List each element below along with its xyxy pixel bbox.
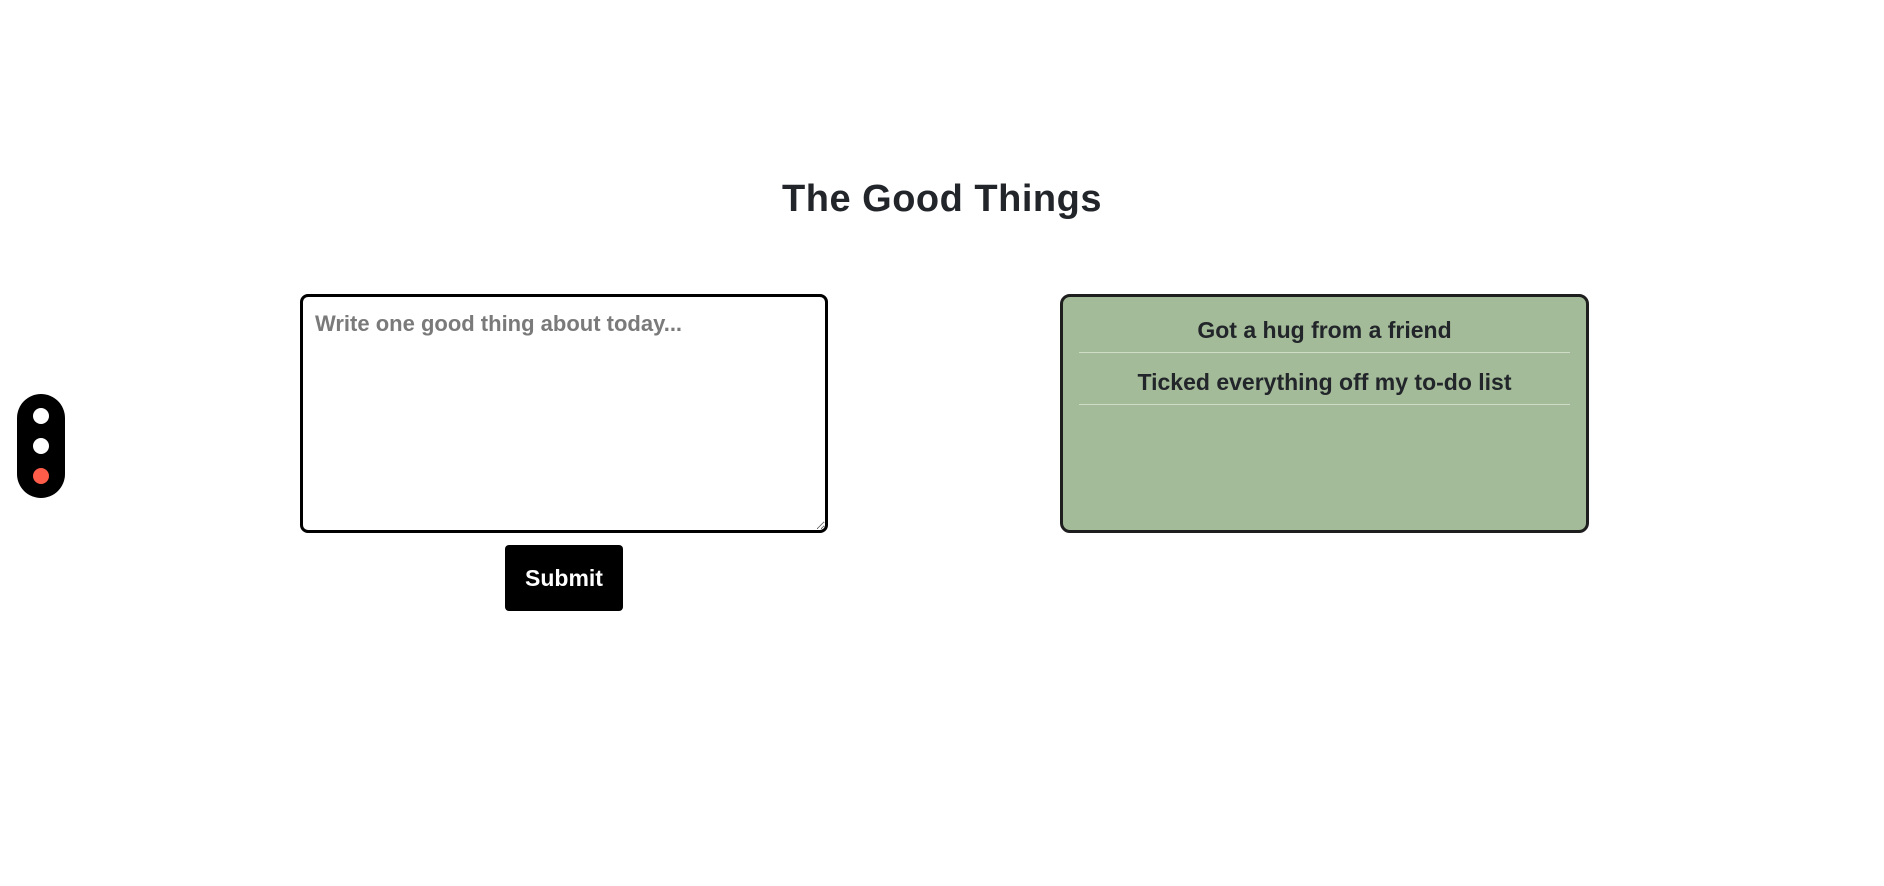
theme-option-2[interactable] — [33, 438, 49, 454]
list-item: Ticked everything off my to-do list — [1079, 361, 1570, 405]
page-title: The Good Things — [782, 178, 1102, 220]
theme-switcher — [17, 394, 65, 498]
list-item: Got a hug from a friend — [1079, 309, 1570, 353]
good-things-list-panel: Got a hug from a friend Ticked everythin… — [1060, 294, 1589, 533]
submit-button[interactable]: Submit — [505, 545, 623, 611]
theme-option-3[interactable] — [33, 468, 49, 484]
good-things-list: Got a hug from a friend Ticked everythin… — [1079, 309, 1570, 405]
page: The Good Things Submit Got a hug from a … — [0, 0, 1884, 886]
good-thing-input[interactable] — [300, 294, 828, 533]
theme-option-1[interactable] — [33, 408, 49, 424]
